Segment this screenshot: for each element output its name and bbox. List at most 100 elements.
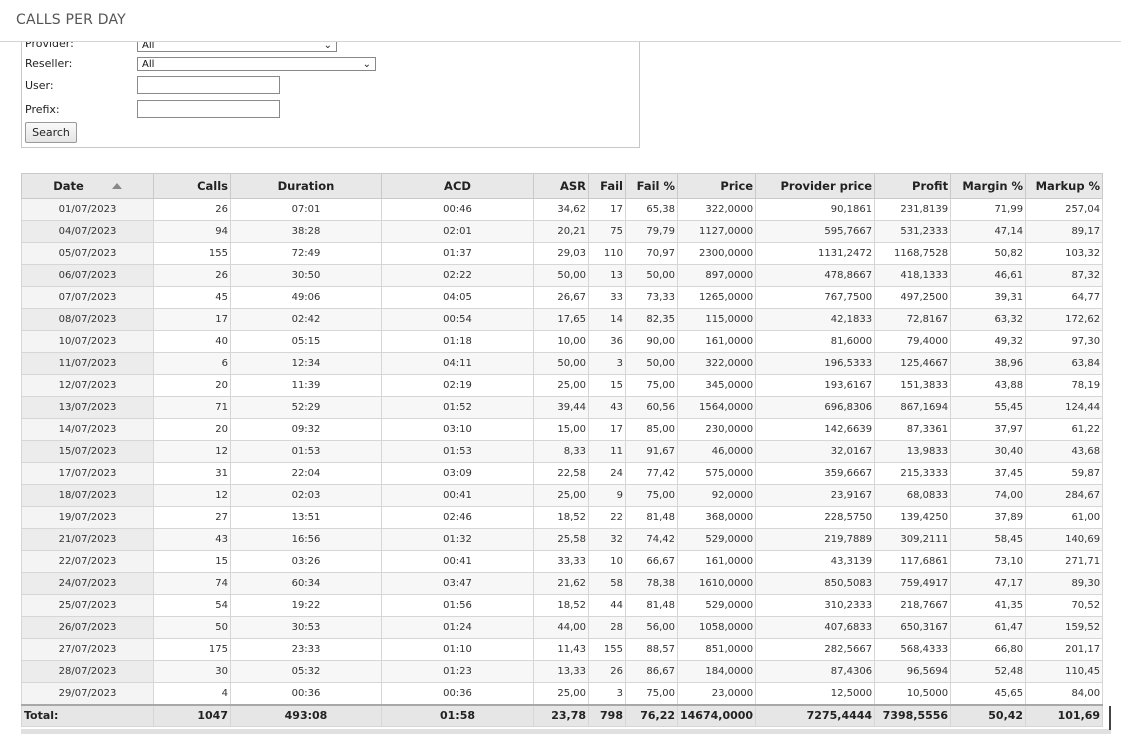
- search-button[interactable]: Search: [25, 122, 77, 143]
- cell-date: 25/07/2023: [21, 594, 154, 617]
- cell-profit: 117,6861: [874, 550, 952, 573]
- cell-duration: 49:06: [230, 286, 382, 309]
- table-row: 01/07/2023 26 07:01 00:46 34,62 17 65,38 322,00…: [21, 198, 1104, 221]
- cell-fail-percent: 85,00: [625, 418, 678, 441]
- cell-fail: 33: [588, 286, 626, 309]
- cell-markup-percent: 59,87: [1025, 462, 1104, 485]
- cell-date: 08/07/2023: [21, 308, 154, 331]
- cell-duration: 01:53: [230, 440, 382, 463]
- cell-price: 1058,0000: [676, 616, 757, 639]
- cell-margin-percent: 74,00: [950, 484, 1027, 507]
- column-header-fail-percent[interactable]: Fail %: [625, 173, 678, 199]
- cell-fail-percent: 88,57: [625, 638, 678, 661]
- total-profit: 7398,5556: [874, 703, 952, 727]
- cell-price: 46,0000: [676, 440, 757, 463]
- cell-markup-percent: 97,30: [1025, 330, 1104, 353]
- total-duration: 493:08: [230, 703, 382, 727]
- column-header-date[interactable]: Date: [21, 173, 154, 199]
- cell-asr: 15,00: [533, 418, 589, 441]
- column-header-profit[interactable]: Profit: [874, 173, 952, 199]
- cell-markup-percent: 89,17: [1025, 220, 1104, 243]
- table-row: 07/07/2023 45 49:06 04:05 26,67 33 73,33 1265,0…: [21, 286, 1104, 309]
- cell-date: 21/07/2023: [21, 528, 154, 551]
- cell-profit: 1168,7528: [874, 242, 952, 265]
- column-header-asr[interactable]: ASR: [533, 173, 589, 199]
- cell-fail: 14: [588, 308, 626, 331]
- cell-margin-percent: 61,47: [950, 616, 1027, 639]
- cell-calls: 26: [153, 264, 231, 287]
- column-header-acd[interactable]: ACD: [381, 173, 534, 199]
- cell-acd: 03:47: [381, 572, 534, 595]
- cell-duration: 05:15: [230, 330, 382, 353]
- total-margin-percent: 50,42: [950, 703, 1027, 727]
- column-header-margin-percent[interactable]: Margin %: [950, 173, 1027, 199]
- cell-calls: 6: [153, 352, 231, 375]
- page-title: CALLS PER DAY: [16, 12, 126, 28]
- cell-fail: 22: [588, 506, 626, 529]
- column-header-price[interactable]: Price: [676, 173, 757, 199]
- column-header-calls[interactable]: Calls: [153, 173, 231, 199]
- reseller-select[interactable]: All ⌄: [137, 57, 376, 71]
- user-input[interactable]: [137, 76, 280, 94]
- cell-profit: 68,0833: [874, 484, 952, 507]
- table-row: 12/07/2023 20 11:39 02:19 25,00 15 75,00 345,00…: [21, 374, 1104, 397]
- cell-asr: 50,00: [533, 352, 589, 375]
- cell-provider-price: 142,6639: [755, 418, 876, 441]
- cell-margin-percent: 47,17: [950, 572, 1027, 595]
- table-row: 11/07/2023 6 12:34 04:11 50,00 3 50,00 322,0000…: [21, 352, 1104, 375]
- column-header-provider-price[interactable]: Provider price: [755, 173, 876, 199]
- cell-margin-percent: 38,96: [950, 352, 1027, 375]
- cell-price: 897,0000: [676, 264, 757, 287]
- cell-duration: 19:22: [230, 594, 382, 617]
- cell-price: 322,0000: [676, 198, 757, 221]
- cell-acd: 00:41: [381, 550, 534, 573]
- cell-date: 06/07/2023: [21, 264, 154, 287]
- table-row: 19/07/2023 27 13:51 02:46 18,52 22 81,48 368,00…: [21, 506, 1104, 529]
- cell-date: 11/07/2023: [21, 352, 154, 375]
- vertical-scrollbar[interactable]: [1109, 706, 1111, 730]
- cell-date: 27/07/2023: [21, 638, 154, 661]
- cell-asr: 33,33: [533, 550, 589, 573]
- cell-acd: 02:22: [381, 264, 534, 287]
- cell-calls: 15: [153, 550, 231, 573]
- cell-acd: 01:52: [381, 396, 534, 419]
- cell-duration: 11:39: [230, 374, 382, 397]
- cell-profit: 215,3333: [874, 462, 952, 485]
- cell-markup-percent: 159,52: [1025, 616, 1104, 639]
- cell-provider-price: 32,0167: [755, 440, 876, 463]
- cell-acd: 03:09: [381, 462, 534, 485]
- cell-margin-percent: 71,99: [950, 198, 1027, 221]
- cell-acd: 04:05: [381, 286, 534, 309]
- cell-markup-percent: 63,84: [1025, 352, 1104, 375]
- cell-provider-price: 696,8306: [755, 396, 876, 419]
- table-row: 14/07/2023 20 09:32 03:10 15,00 17 85,00 230,00…: [21, 418, 1104, 441]
- cell-markup-percent: 271,71: [1025, 550, 1104, 573]
- column-header-fail[interactable]: Fail: [588, 173, 626, 199]
- horizontal-scrollbar[interactable]: [21, 729, 1111, 734]
- cell-duration: 60:34: [230, 572, 382, 595]
- cell-acd: 04:11: [381, 352, 534, 375]
- prefix-input[interactable]: [137, 100, 280, 118]
- cell-fail: 110: [588, 242, 626, 265]
- cell-date: 05/07/2023: [21, 242, 154, 265]
- cell-markup-percent: 64,77: [1025, 286, 1104, 309]
- column-header-duration[interactable]: Duration: [230, 173, 382, 199]
- cell-price: 851,0000: [676, 638, 757, 661]
- cell-margin-percent: 37,45: [950, 462, 1027, 485]
- cell-date: 14/07/2023: [21, 418, 154, 441]
- cell-price: 1610,0000: [676, 572, 757, 595]
- cell-price: 345,0000: [676, 374, 757, 397]
- cell-markup-percent: 84,00: [1025, 682, 1104, 705]
- cell-asr: 8,33: [533, 440, 589, 463]
- table-row: 15/07/2023 12 01:53 01:53 8,33 11 91,67 46,0000…: [21, 440, 1104, 463]
- cell-fail: 11: [588, 440, 626, 463]
- cell-markup-percent: 172,62: [1025, 308, 1104, 331]
- cell-price: 1265,0000: [676, 286, 757, 309]
- cell-date: 17/07/2023: [21, 462, 154, 485]
- column-header-markup-percent[interactable]: Markup %: [1025, 173, 1104, 199]
- cell-acd: 00:54: [381, 308, 534, 331]
- cell-profit: 10,5000: [874, 682, 952, 705]
- cell-margin-percent: 46,61: [950, 264, 1027, 287]
- cell-date: 04/07/2023: [21, 220, 154, 243]
- cell-duration: 02:03: [230, 484, 382, 507]
